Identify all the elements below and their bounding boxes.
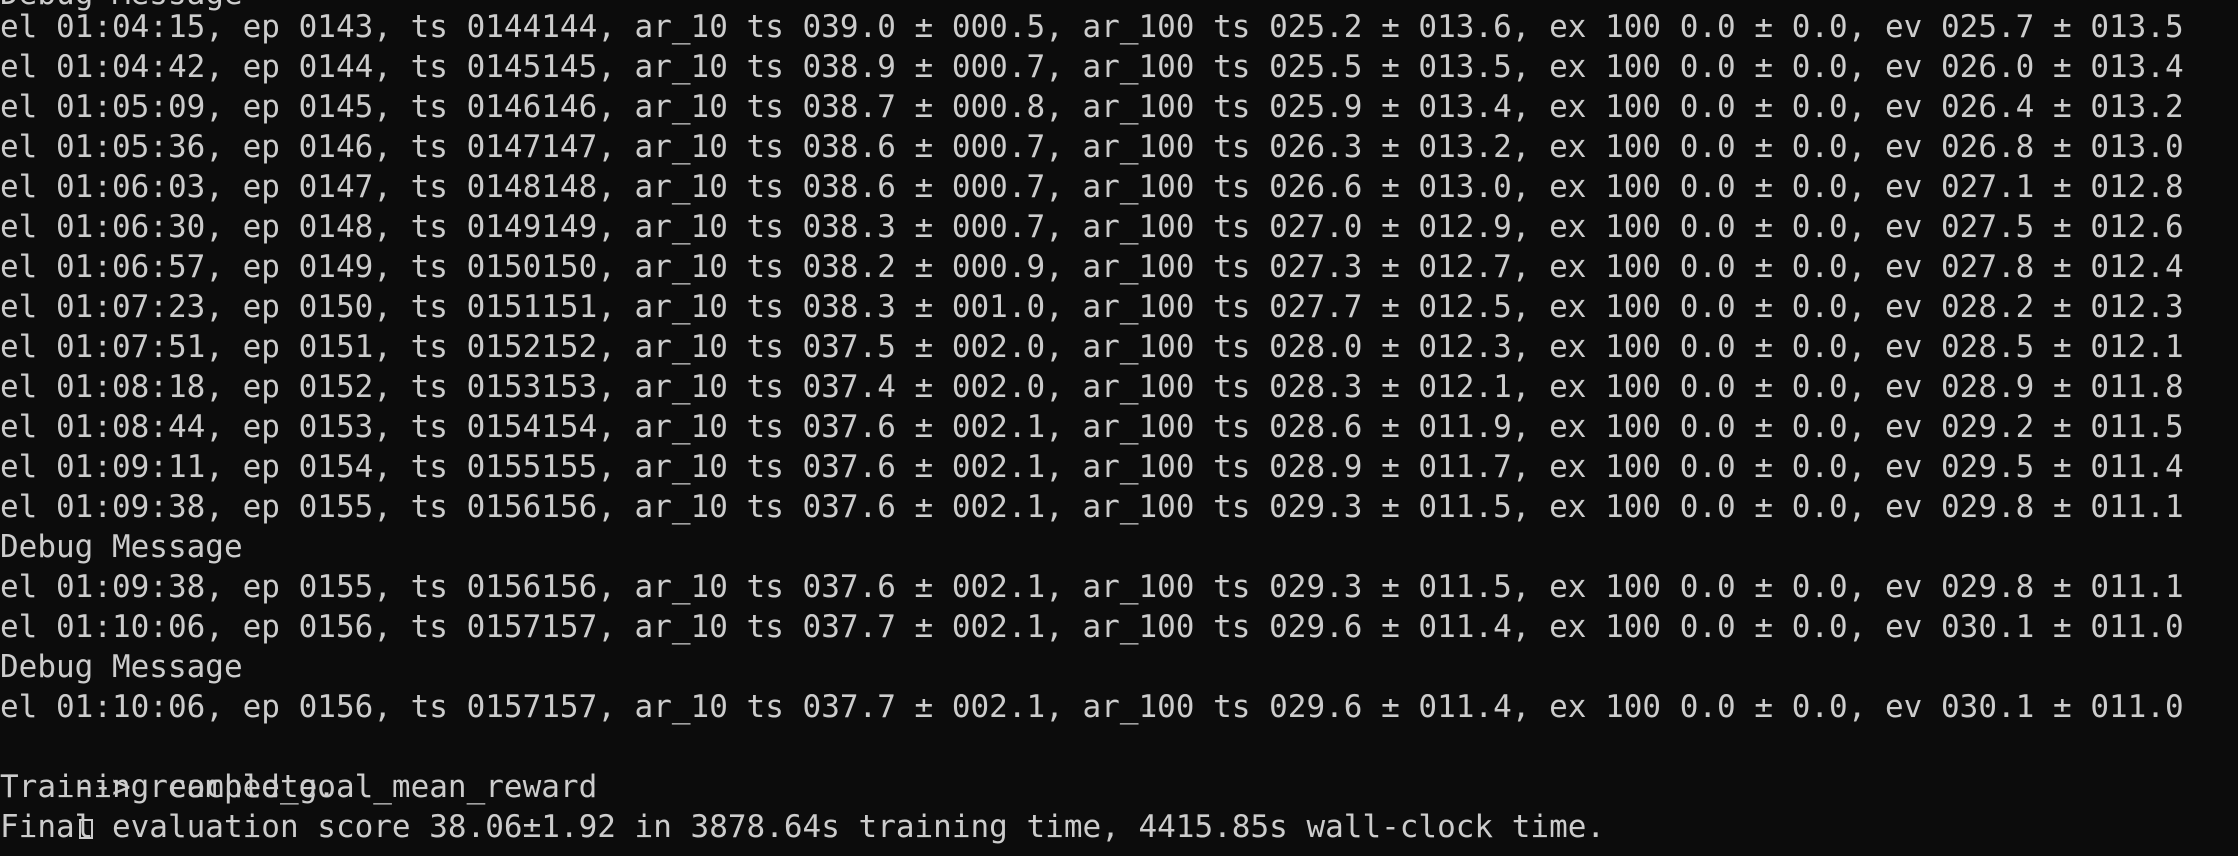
log-line: el 01:10:06, ep 0156, ts 0157157, ar_10 … <box>0 689 2184 725</box>
training-complete-line: Training complete. <box>0 769 336 805</box>
final-evaluation-line: Final evaluation score 38.06±1.92 in 387… <box>0 809 1606 845</box>
log-line: el 01:08:44, ep 0153, ts 0154154, ar_10 … <box>0 409 2184 445</box>
log-line: el 01:07:51, ep 0151, ts 0152152, ar_10 … <box>0 329 2184 365</box>
terminal-output[interactable]: Debug Message el 01:04:15, ep 0143, ts 0… <box>0 0 2238 856</box>
log-line: el 01:08:18, ep 0152, ts 0153153, ar_10 … <box>0 369 2184 405</box>
log-line: el 01:05:36, ep 0146, ts 0147147, ar_10 … <box>0 129 2184 165</box>
log-line: el 01:09:38, ep 0155, ts 0156156, ar_10 … <box>0 569 2184 605</box>
log-line: el 01:09:38, ep 0155, ts 0156156, ar_10 … <box>0 489 2184 525</box>
log-line: el 01:10:06, ep 0156, ts 0157157, ar_10 … <box>0 609 2184 645</box>
log-line: el 01:04:42, ep 0144, ts 0145145, ar_10 … <box>0 49 2184 85</box>
log-line: el 01:06:03, ep 0147, ts 0148148, ar_10 … <box>0 169 2184 205</box>
log-line: el 01:09:11, ep 0154, ts 0155155, ar_10 … <box>0 449 2184 485</box>
log-line: el 01:07:23, ep 0150, ts 0151151, ar_10 … <box>0 289 2184 325</box>
log-line: el 01:06:57, ep 0149, ts 0150150, ar_10 … <box>0 249 2184 285</box>
goal-reached-line: --> reached_goal_mean_reward <box>0 727 597 839</box>
log-line: el 01:06:30, ep 0148, ts 0149149, ar_10 … <box>0 209 2184 245</box>
log-line: el 01:04:15, ep 0143, ts 0144144, ar_10 … <box>0 9 2184 45</box>
log-line: el 01:05:09, ep 0145, ts 0146146, ar_10 … <box>0 89 2184 125</box>
debug-message-line: Debug Message <box>0 649 243 685</box>
debug-message-line: Debug Message <box>0 529 243 565</box>
